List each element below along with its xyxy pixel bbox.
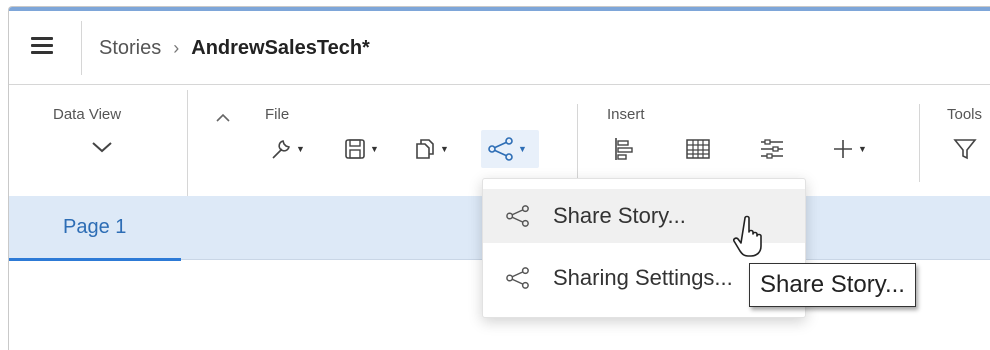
toolbar-divider <box>187 90 188 196</box>
save-button[interactable]: ▼ <box>343 132 379 166</box>
copy-icon <box>413 137 437 161</box>
caret-down-icon: ▼ <box>518 144 527 154</box>
hand-cursor-icon <box>733 214 771 263</box>
caret-down-icon: ▼ <box>440 144 449 154</box>
filter-icon <box>953 137 977 161</box>
tooltip: Share Story... <box>749 263 916 307</box>
file-group-label: File <box>265 106 290 123</box>
share-button[interactable]: ▼ <box>487 132 527 166</box>
insert-group-label: Insert <box>607 106 645 123</box>
copy-button[interactable]: ▼ <box>413 132 449 166</box>
toolbar-divider <box>919 104 920 182</box>
hamburger-menu-icon[interactable] <box>31 37 53 55</box>
caret-down-icon: ▼ <box>370 144 379 154</box>
tools-group-label: Tools <box>947 106 983 123</box>
insert-add-button[interactable]: ▼ <box>831 132 867 166</box>
add-icon <box>831 137 855 161</box>
app-header: Stories › AndrewSalesTech* <box>9 11 990 85</box>
tools-wrench-button[interactable]: ▼ <box>269 132 305 166</box>
wrench-icon <box>269 137 293 161</box>
input-control-icon <box>759 137 785 161</box>
active-tab-indicator <box>9 258 181 261</box>
header-divider <box>81 21 82 75</box>
save-icon <box>343 137 367 161</box>
menu-item-label: Share Story... <box>553 203 686 228</box>
insert-chart-button[interactable] <box>613 132 635 166</box>
filter-button[interactable] <box>953 132 977 166</box>
collapse-toolbar-chevron-up-icon[interactable] <box>216 110 230 125</box>
breadcrumb-separator: › <box>173 38 180 58</box>
tab-label: Page 1 <box>63 216 127 238</box>
share-icon <box>487 136 515 162</box>
insert-input-control-button[interactable] <box>759 132 785 166</box>
story-title: AndrewSalesTech* <box>191 37 370 59</box>
caret-down-icon: ▼ <box>858 144 867 154</box>
align-icon <box>613 136 635 162</box>
share-icon <box>483 266 553 290</box>
data-view-chevron-down-icon[interactable] <box>91 140 113 159</box>
data-view-label: Data View <box>53 106 122 123</box>
app-window: Stories › AndrewSalesTech* Data View Fil… <box>8 6 990 350</box>
toolbar-divider <box>577 104 578 182</box>
share-icon <box>483 204 553 228</box>
insert-table-button[interactable] <box>685 132 711 166</box>
breadcrumb: Stories › AndrewSalesTech* <box>99 37 370 60</box>
table-icon <box>685 137 711 161</box>
caret-down-icon: ▼ <box>296 144 305 154</box>
tab-page-1[interactable]: Page 1 <box>9 196 181 261</box>
menu-item-label: Sharing Settings... <box>553 265 733 290</box>
breadcrumb-stories-link[interactable]: Stories <box>99 37 161 60</box>
